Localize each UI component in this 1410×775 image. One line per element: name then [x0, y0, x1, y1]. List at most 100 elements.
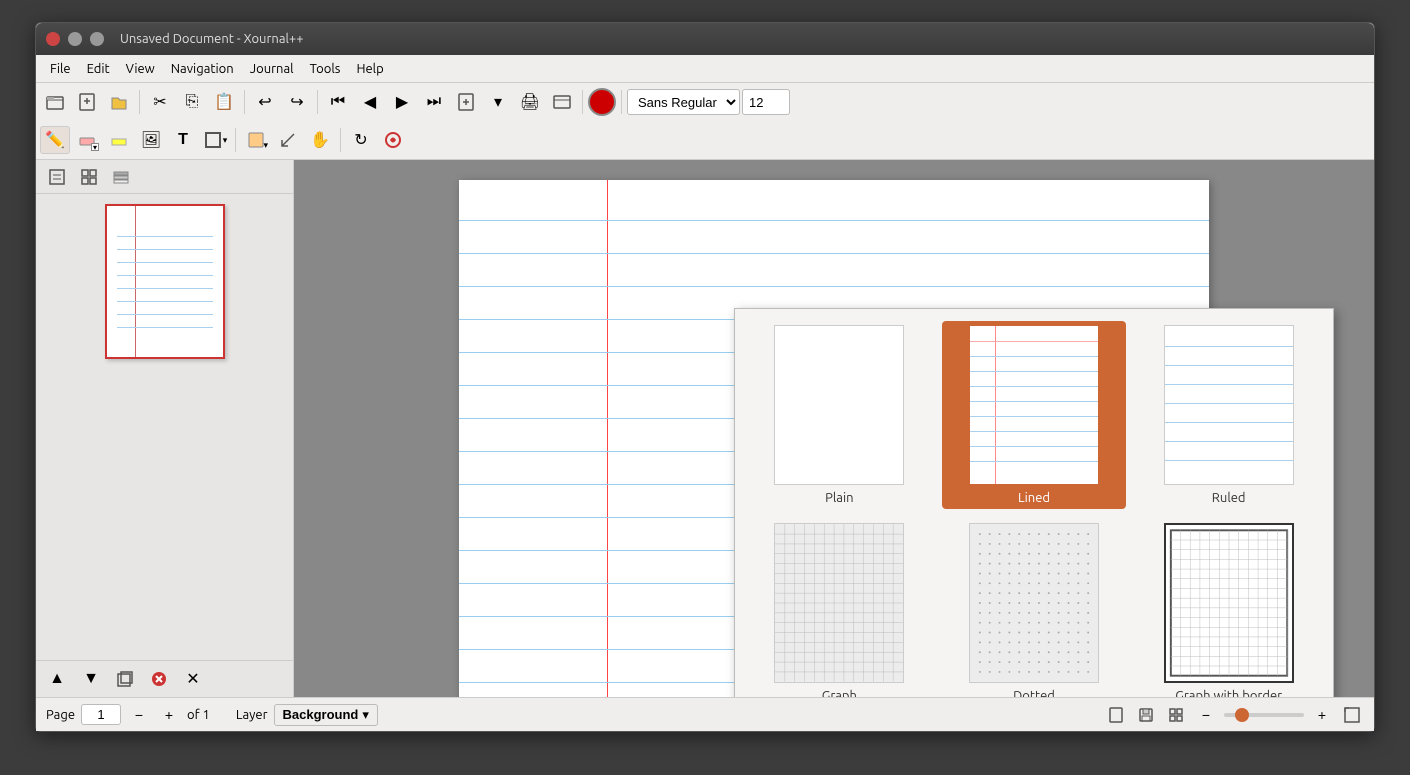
pencil-tool-button[interactable]: ✏️	[40, 126, 70, 154]
open-button[interactable]	[40, 88, 70, 116]
background-type-grid: Plain	[747, 321, 1321, 697]
bg-option-plain[interactable]: Plain	[747, 321, 932, 509]
window-title: Unsaved Document - Xournal++	[120, 32, 304, 46]
sidebar: ▲ ▼ ✕	[36, 160, 294, 697]
new-button[interactable]	[72, 88, 102, 116]
copy-button[interactable]: ⎘	[177, 88, 207, 116]
sidebar-toolbar	[36, 160, 293, 194]
menu-navigation[interactable]: Navigation	[163, 59, 242, 79]
eraser-tool-button[interactable]: ▾	[72, 126, 102, 154]
maximize-button[interactable]	[90, 32, 104, 46]
bg-option-graph-border[interactable]: Graph with border	[1136, 519, 1321, 697]
bg-thumb-dotted	[969, 523, 1099, 683]
bg-thumb-plain	[774, 325, 904, 485]
fill-tool-button[interactable]: ▾	[241, 126, 271, 154]
snap-tool-button[interactable]	[378, 126, 408, 154]
open-file-button[interactable]	[104, 88, 134, 116]
bg-option-lined[interactable]: Lined	[942, 321, 1127, 509]
bg-label-dotted: Dotted	[1013, 689, 1055, 697]
minimize-button[interactable]	[68, 32, 82, 46]
menu-edit[interactable]: Edit	[79, 59, 118, 79]
undo-button[interactable]: ↩	[250, 88, 280, 116]
paste-button[interactable]: 📋	[209, 88, 239, 116]
prev-page-button[interactable]: ◀	[355, 88, 385, 116]
next-page-button[interactable]: ▶	[387, 88, 417, 116]
menu-file[interactable]: File	[42, 59, 79, 79]
lined-lines	[970, 341, 1098, 462]
duplicate-page-button[interactable]	[110, 665, 140, 693]
layer-dropdown-icon: ▾	[362, 707, 369, 723]
redo-button[interactable]: ↪	[282, 88, 312, 116]
rotate-tool-button[interactable]: ↻	[346, 126, 376, 154]
menubar: File Edit View Navigation Journal Tools …	[36, 55, 1374, 83]
separator-7	[340, 128, 341, 152]
status-left: Page − + of 1 Layer Background ▾	[46, 703, 378, 727]
status-save-button[interactable]	[1134, 703, 1158, 727]
bg-label-graph-border: Graph with border	[1175, 689, 1282, 697]
highlight-tool-button[interactable]	[104, 126, 134, 154]
resize-tool-button[interactable]	[273, 126, 303, 154]
text-tool-button[interactable]: T	[168, 126, 198, 154]
scroll-up-button[interactable]: ▲	[42, 665, 72, 693]
zoom-slider[interactable]	[1224, 713, 1304, 717]
sidebar-thumb-view-button[interactable]	[74, 163, 104, 191]
scroll-down-button[interactable]: ▼	[76, 665, 106, 693]
layer-name: Background	[283, 707, 359, 722]
hand-tool-button[interactable]: ✋	[305, 126, 335, 154]
bg-option-graph[interactable]: Graph	[747, 519, 932, 697]
separator-4	[582, 90, 583, 114]
bg-option-ruled[interactable]: Ruled	[1136, 321, 1321, 509]
layer-dropdown-button[interactable]: Background ▾	[274, 704, 378, 726]
bg-label-graph: Graph	[822, 689, 857, 697]
font-size-input[interactable]	[742, 89, 790, 115]
background-type-dropdown[interactable]: Plain	[734, 308, 1334, 697]
window-button[interactable]	[547, 88, 577, 116]
sidebar-list-view-button[interactable]	[42, 163, 72, 191]
separator-1	[139, 90, 140, 114]
toolbar-row-2: ✏️ ▾ 🖼 T ▾ ▾ ✋ ↻	[36, 121, 1374, 159]
image-tool-button[interactable]: 🖼	[136, 126, 166, 154]
print-button[interactable]: 🖨	[515, 88, 545, 116]
toolbar-row-1: ✂ ⎘ 📋 ↩ ↪ ⏮ ◀ ▶ ⏭ ▾ 🖨 Sans Regular	[36, 83, 1374, 121]
separator-2	[244, 90, 245, 114]
close-sidebar-button[interactable]: ✕	[178, 665, 208, 693]
canvas-area[interactable]: Plain	[294, 160, 1374, 697]
status-doc-button[interactable]	[1104, 703, 1128, 727]
page-decrement-button[interactable]: −	[127, 703, 151, 727]
zoom-out-button[interactable]: −	[1194, 703, 1218, 727]
page-increment-button[interactable]: +	[157, 703, 181, 727]
menu-help[interactable]: Help	[348, 59, 391, 79]
page-of-label: of 1	[187, 708, 210, 722]
last-page-button[interactable]: ⏭	[419, 88, 449, 116]
status-grid-button[interactable]	[1164, 703, 1188, 727]
menu-view[interactable]: View	[118, 59, 163, 79]
menu-tools[interactable]: Tools	[302, 59, 349, 79]
bg-thumb-graph-border	[1164, 523, 1294, 683]
color-picker-button[interactable]	[588, 88, 616, 116]
bg-label-lined: Lined	[1018, 491, 1050, 505]
zoom-fit-button[interactable]	[1340, 703, 1364, 727]
cut-button[interactable]: ✂	[145, 88, 175, 116]
bg-option-dotted[interactable]: Dotted	[942, 519, 1127, 697]
thumb-lines	[117, 236, 213, 328]
bg-thumb-lined	[969, 325, 1099, 485]
status-right: − +	[1104, 703, 1364, 727]
delete-page-button[interactable]	[144, 665, 174, 693]
separator-6	[235, 128, 236, 152]
sidebar-layers-button[interactable]	[106, 163, 136, 191]
close-button[interactable]	[46, 32, 60, 46]
layer-label: Layer	[236, 708, 268, 722]
bg-thumb-ruled	[1164, 325, 1294, 485]
sidebar-pages	[36, 194, 293, 660]
add-page-button[interactable]	[451, 88, 481, 116]
lined-inner	[970, 326, 1098, 484]
page-number-input[interactable]	[81, 704, 121, 725]
shape-tool-button[interactable]: ▾	[200, 126, 230, 154]
font-select[interactable]: Sans Regular	[627, 89, 740, 115]
dropdown-button[interactable]: ▾	[483, 88, 513, 116]
menu-journal[interactable]: Journal	[242, 59, 302, 79]
zoom-in-button[interactable]: +	[1310, 703, 1334, 727]
page-thumbnail-1[interactable]	[105, 204, 225, 359]
first-page-button[interactable]: ⏮	[323, 88, 353, 116]
page-label: Page	[46, 708, 75, 722]
